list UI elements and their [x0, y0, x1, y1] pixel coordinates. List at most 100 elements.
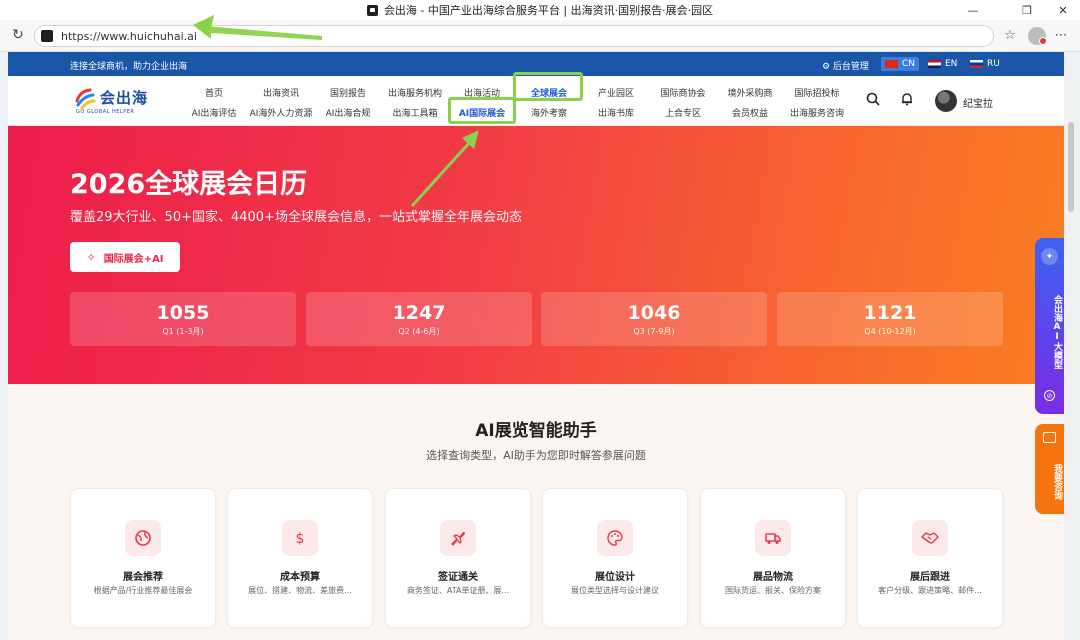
main-nav: 会出海 GO GLOBAL HELPER 首页 出海资讯 国别报告 出海服务机构…: [8, 72, 1064, 126]
russia-flag-icon: [970, 60, 983, 68]
assistant-card-post-show-followup[interactable]: 展后跟进 客户分级、跟进策略、邮件...: [857, 488, 1003, 628]
page-scrollbar[interactable]: [1066, 52, 1076, 640]
card-title: 成本预算: [280, 572, 320, 583]
quarter-card-q1[interactable]: 1055 Q1 (1-3月): [70, 292, 296, 346]
ai-exhibition-button-label: 国际展会+AI: [103, 253, 164, 265]
handshake-icon: [912, 520, 948, 556]
hero-title: 2026全球展会日历: [70, 169, 308, 200]
quarter-label: Q1 (1-3月): [162, 327, 204, 336]
close-button[interactable]: ✕: [1046, 0, 1080, 20]
dollar-icon: $: [282, 520, 318, 556]
hero-subtitle: 覆盖29大行业、50+国家、4400+场全球展会信息，一站式掌握全年展会动态: [70, 210, 522, 225]
browser-menu-icon[interactable]: ⋯: [1052, 28, 1070, 43]
minimize-button[interactable]: —: [956, 0, 990, 20]
highlight-box-global-exhibitions: [513, 72, 583, 101]
reload-icon[interactable]: ↻: [10, 27, 26, 43]
ai-model-side-tab[interactable]: ✦ 会出海AI大模型 ⊘: [1035, 238, 1064, 414]
assistant-subtitle: 选择查询类型，AI助手为您即时解答参展问题: [426, 449, 646, 462]
search-icon[interactable]: [864, 90, 882, 108]
card-title: 展位设计: [595, 572, 635, 583]
quarter-card-q2[interactable]: 1247 Q2 (4-6月): [306, 292, 532, 346]
scrollbar-thumb[interactable]: [1068, 122, 1074, 212]
url-input[interactable]: https://www.huichuhai.ai: [34, 25, 994, 47]
nav-chambers[interactable]: 国际商协会: [660, 86, 705, 99]
slogan-text: 连接全球商机，助力企业出海: [70, 62, 188, 72]
sparkle-icon: ✦: [1041, 248, 1058, 265]
lang-ru-button[interactable]: RU: [966, 57, 1004, 71]
nav-toolbox[interactable]: 出海工具箱: [392, 106, 437, 119]
lang-cn-label: CN: [902, 59, 916, 69]
quarter-count: 1247: [392, 302, 446, 324]
card-title: 展会推荐: [123, 572, 163, 583]
browser-profile-avatar[interactable]: [1028, 27, 1047, 45]
nav-news[interactable]: 出海资讯: [263, 86, 299, 99]
consult-side-tab[interactable]: 我要咨询: [1035, 424, 1064, 514]
lang-cn-button[interactable]: CN: [881, 57, 920, 71]
truck-icon: [755, 520, 791, 556]
nav-home[interactable]: 首页: [205, 86, 223, 99]
ai-model-tab-label: 会出海AI大模型: [1052, 295, 1062, 369]
nav-buyers[interactable]: 境外采购商: [727, 86, 772, 99]
assistant-card-exhibition-recommend[interactable]: 展会推荐 根据产品/行业推荐最佳展会: [70, 488, 216, 628]
logo-subtitle: GO GLOBAL HELPER: [76, 109, 135, 115]
lang-ru-label: RU: [987, 59, 1000, 69]
highlight-box-ai-exhibitions: [448, 97, 516, 124]
nav-library[interactable]: 出海书库: [598, 106, 634, 119]
nav-service-agencies[interactable]: 出海服务机构: [388, 86, 442, 99]
palette-icon: [597, 520, 633, 556]
page-viewport: 连接全球商机，助力企业出海 ⚙ 后台管理 CN EN RU 会出海 GO GLO…: [8, 52, 1064, 640]
assistant-card-visa-customs[interactable]: 签证通关 商务签证、ATA单证册、展...: [385, 488, 531, 628]
quarter-card-q4[interactable]: 1121 Q4 (10-12月): [777, 292, 1003, 346]
chat-bubble-icon: [1043, 432, 1056, 443]
consult-tab-label: 我要咨询: [1052, 464, 1062, 500]
assistant-title: AI展览智能助手: [475, 421, 597, 441]
china-flag-icon: [885, 60, 898, 68]
quarter-count: 1055: [156, 302, 210, 324]
nav-ai-compliance[interactable]: AI出海合规: [326, 106, 371, 119]
nav-industrial-parks[interactable]: 产业园区: [598, 86, 634, 99]
url-text: https://www.huichuhai.ai: [61, 29, 197, 43]
card-desc: 商务签证、ATA单证册、展...: [406, 586, 510, 595]
nav-overseas-inspection[interactable]: 海外考察: [531, 106, 567, 119]
card-desc: 国际货运、报关、保险方案: [725, 586, 821, 595]
settings-icon: ⊘: [1044, 390, 1055, 401]
window-titlebar: 会出海 - 中国产业出海综合服务平台 | 出海资讯·国别报告·展会·园区: [0, 0, 1080, 20]
assistant-card-exhibit-logistics[interactable]: 展品物流 国际货运、报关、保险方案: [700, 488, 846, 628]
window-title: 会出海 - 中国产业出海综合服务平台 | 出海资讯·国别报告·展会·园区: [383, 4, 714, 17]
nav-ai-assessment[interactable]: AI出海评估: [192, 106, 237, 119]
admin-link[interactable]: ⚙ 后台管理: [822, 59, 869, 72]
site-logo[interactable]: 会出海 GO GLOBAL HELPER: [74, 84, 174, 118]
nav-sco-zone[interactable]: 上合专区: [665, 106, 701, 119]
assistant-card-cost-budget[interactable]: $ 成本预算 展位、搭建、物流、差旅费...: [227, 488, 373, 628]
hero-banner: 2026全球展会日历 覆盖29大行业、50+国家、4400+场全球展会信息，一站…: [8, 126, 1064, 384]
plane-icon: [440, 520, 476, 556]
favorites-star-icon[interactable]: ☆: [1001, 28, 1019, 43]
nav-member-benefits[interactable]: 会员权益: [732, 106, 768, 119]
nav-consulting[interactable]: 出海服务咨询: [790, 106, 844, 119]
quarter-label: Q3 (7-9月): [633, 327, 675, 336]
address-bar-row: ↻ https://www.huichuhai.ai: [0, 20, 1080, 52]
logo-name: 会出海: [100, 89, 149, 107]
lang-en-button[interactable]: EN: [924, 57, 961, 71]
nav-tenders[interactable]: 国际招投标: [794, 86, 839, 99]
restore-button[interactable]: ❐: [1010, 0, 1044, 20]
card-desc: 展位类型选择与设计建议: [571, 586, 659, 595]
card-title: 展品物流: [753, 572, 793, 583]
bell-icon[interactable]: [898, 90, 916, 108]
site-info-icon[interactable]: [41, 30, 53, 42]
ai-exhibition-button[interactable]: ✧ 国际展会+AI: [70, 242, 180, 272]
quarter-label: Q4 (10-12月): [864, 327, 916, 336]
quarter-count: 1046: [627, 302, 681, 324]
user-name[interactable]: 纪宝拉: [963, 95, 993, 110]
logo-mark-icon: [75, 88, 96, 109]
sparkle-icon: ✧: [86, 250, 96, 264]
quarter-card-q3[interactable]: 1046 Q3 (7-9月): [541, 292, 767, 346]
card-desc: 根据产品/行业推荐最佳展会: [93, 586, 193, 595]
site-favicon-icon: [366, 4, 378, 16]
nav-country-reports[interactable]: 国别报告: [330, 86, 366, 99]
assistant-card-booth-design[interactable]: 展位设计 展位类型选择与设计建议: [542, 488, 688, 628]
card-desc: 展位、搭建、物流、差旅费...: [248, 586, 352, 595]
user-avatar[interactable]: [935, 90, 957, 112]
uk-flag-icon: [928, 60, 941, 68]
nav-ai-hr[interactable]: AI海外人力资源: [250, 106, 313, 119]
